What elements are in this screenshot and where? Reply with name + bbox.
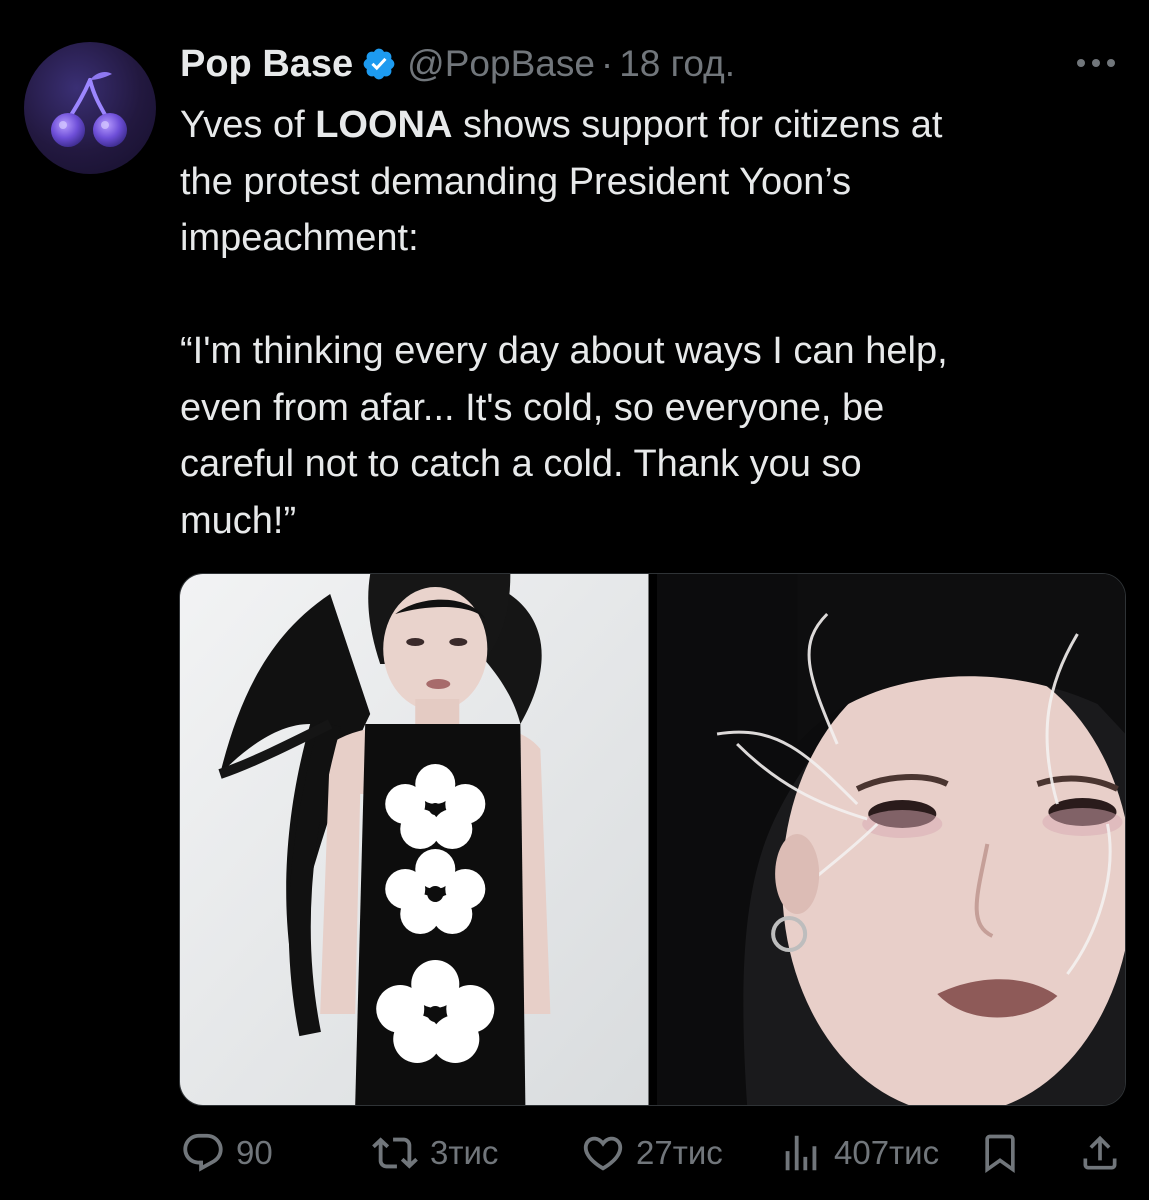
views-button[interactable]: 407тис	[778, 1126, 939, 1180]
repost-icon	[372, 1137, 418, 1169]
heart-icon	[583, 1136, 623, 1171]
tweet-card[interactable]: Pop Base @PopBase · 18 год. Yves of LOON…	[0, 0, 1149, 1200]
bookmark-icon	[985, 1134, 1015, 1174]
quote-line: “I'm thinking every day about ways I can…	[180, 330, 948, 372]
photo-1[interactable]	[180, 574, 649, 1105]
separator-dot: ·	[600, 43, 614, 84]
reply-count: 90	[236, 1134, 273, 1171]
timestamp[interactable]: 18 год.	[619, 43, 735, 85]
like-count: 27тис	[636, 1134, 723, 1171]
share-icon	[1083, 1135, 1117, 1170]
tweet-text: Yves of LOONA shows support for citizens…	[180, 97, 1120, 549]
repost-count: 3тис	[430, 1134, 499, 1171]
quote-line: much!”	[180, 499, 297, 542]
photo-2-image	[656, 574, 1125, 1105]
more-options-icon[interactable]	[1073, 48, 1119, 78]
photo-1-image	[180, 574, 649, 1105]
photo-2[interactable]	[656, 574, 1125, 1105]
bookmark-button[interactable]	[978, 1126, 1022, 1180]
verified-badge-icon	[363, 48, 395, 80]
bold-mention: LOONA	[315, 104, 453, 146]
tweet-text-line: impeachment:	[180, 217, 419, 259]
action-bar: 90 3тис 27тис 407тис	[180, 1126, 1120, 1180]
cherry-logo-icon	[51, 72, 127, 147]
quote-line: careful not to catch a cold. Thank you s…	[180, 443, 862, 485]
display-name[interactable]: Pop Base	[180, 43, 353, 86]
views-count: 407тис	[834, 1134, 940, 1171]
media-grid	[179, 573, 1126, 1106]
quote-line: even from afar... It's cold, so everyone…	[180, 386, 885, 429]
tweet-text-line: the protest demanding President Yoon’s	[180, 160, 852, 203]
text-prefix: Yves of	[180, 104, 316, 146]
text-suffix: shows support for citizens at	[452, 104, 943, 146]
user-handle[interactable]: @PopBase	[407, 43, 595, 85]
share-button[interactable]	[1078, 1126, 1122, 1180]
reply-icon	[183, 1133, 223, 1172]
tweet-text-line: Yves of LOONA shows support for citizens…	[180, 97, 1120, 154]
avatar[interactable]	[24, 42, 156, 174]
tweet-header: Pop Base @PopBase · 18 год.	[180, 38, 735, 90]
views-chart-icon	[785, 1135, 817, 1171]
like-button[interactable]: 27тис	[580, 1126, 723, 1180]
reply-button[interactable]: 90	[180, 1126, 273, 1180]
repost-button[interactable]: 3тис	[370, 1126, 498, 1180]
